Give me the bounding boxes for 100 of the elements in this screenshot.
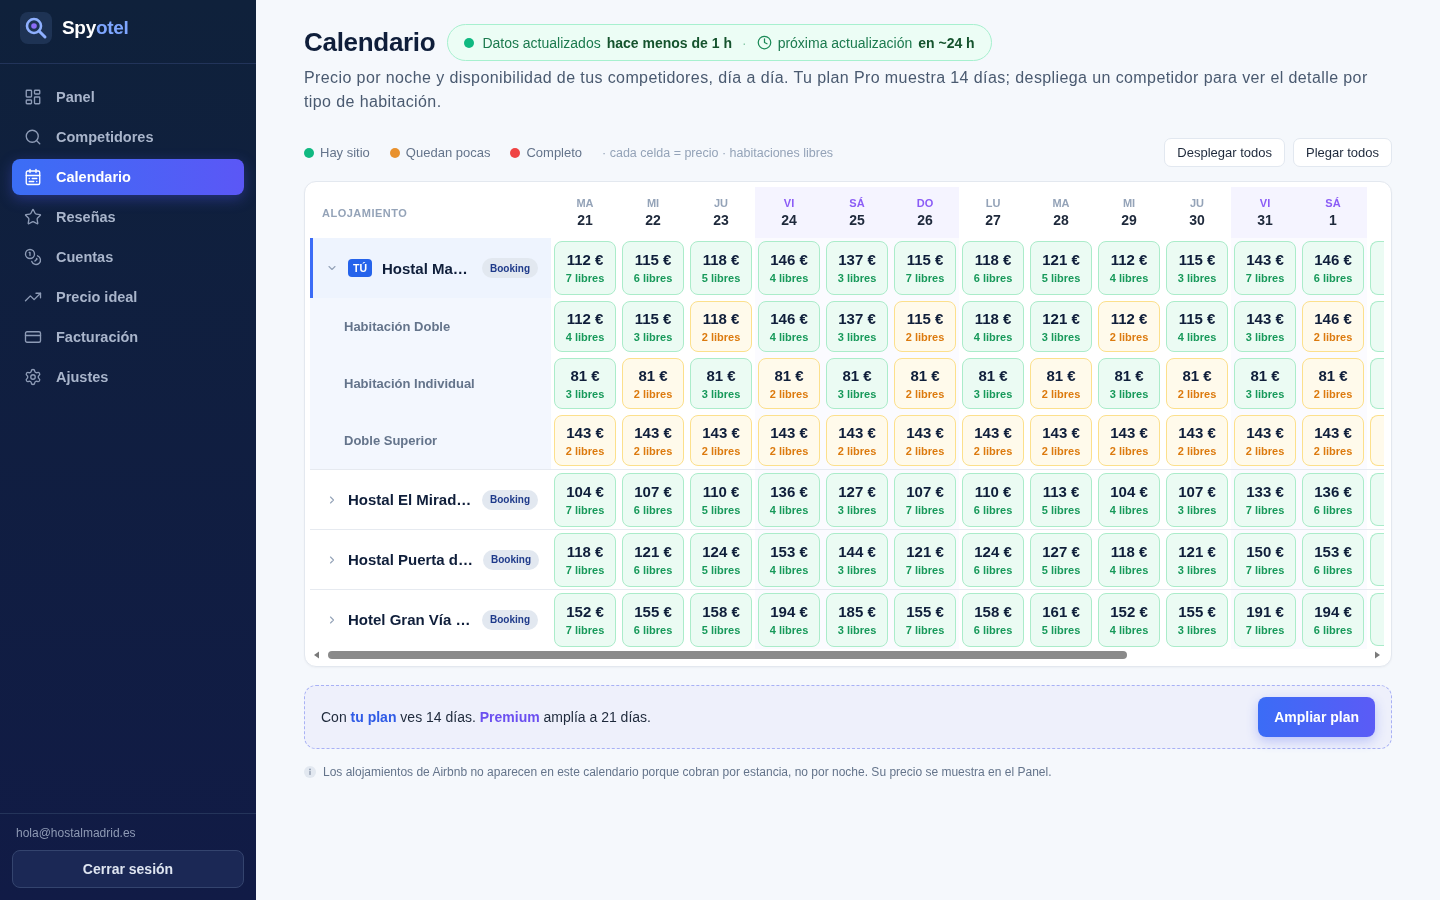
rooms-left-text: 5 libres [701,504,741,517]
weekday-label: VI [783,197,795,209]
price-text: 146 € [770,309,808,328]
property-name: Hostal El Mirad… [348,491,472,508]
page-description: Precio por noche y disponibilidad de tus competidores, día a día. Tu plan Pro muestra 14 días; despliega un competidor para ver el detalle por tipo de habitación. [304,68,1369,112]
property-name: Hotel Gran Vía … [348,611,471,628]
price-text: 81 € [1046,366,1076,385]
status-value: hace menos de 1 h [606,34,732,51]
price-text: 110 € [702,483,740,501]
price-text: 112 € [1110,309,1148,328]
date-label: 26 [917,212,933,228]
rooms-left-text: 7 libres [1245,624,1285,637]
price-text: 115 € [1178,251,1216,269]
logout-button[interactable]: Cerrar sesión [12,850,244,888]
rooms-left-text: 5 libres [1041,504,1081,517]
price-text: 143 € [702,423,740,442]
nav-item[interactable]: Reseñas [12,199,244,235]
price-text: 155 € [1178,603,1216,621]
rooms-left-text: 4 libres [973,330,1013,344]
date-label: 27 [985,212,1001,228]
separator-text: · [741,34,747,51]
rooms-left-text: 3 libres [837,272,877,285]
clock-icon [756,35,772,50]
rooms-left-text: 3 libres [1245,387,1285,401]
legend-label: Hay sitio [320,145,370,160]
price-text: 146 € [1314,251,1352,269]
rooms-left-text: 2 libres [973,444,1013,458]
rooms-left-text: 6 libres [973,504,1013,517]
rooms-left-text: 2 libres [565,444,605,458]
rooms-left-text: 2 libres [701,444,741,458]
nav-item[interactable]: Calendario [12,159,244,195]
price-text: 124 € [974,543,1012,561]
rooms-left-text: 2 libres [1313,330,1353,344]
price-text: 115 € [1178,309,1216,328]
source-badge: Booking [483,549,540,570]
upgrade-button[interactable]: Ampliar plan [1258,697,1375,737]
price-text: 81 € [570,366,600,385]
weekday-label: SÁ [849,197,865,209]
rooms-left-text: 7 libres [905,624,945,637]
price-text: 161 € [1042,603,1080,621]
price-text: 143 € [566,423,604,442]
price-text: 194 € [770,603,808,621]
price-text: 121 € [1178,543,1216,561]
rooms-left-text: 2 libres [1177,387,1217,401]
price-text: 107 € [634,483,672,501]
rooms-left-text: 7 libres [565,564,605,577]
rooms-left-text: 6 libres [1313,564,1353,577]
weekday-label: MA [1052,197,1070,209]
date-label: 22 [645,212,661,228]
price-text: 133 € [1246,483,1284,501]
account-email: hola@hostalmadrid.es [15,826,136,840]
status-label: Datos actualizados [482,34,601,51]
price-text: 143 € [1246,423,1284,442]
nav-item[interactable]: Competidores [12,119,244,155]
rooms-left-text: 4 libres [769,330,809,344]
toolbar-button[interactable]: Desplegar todos [1164,138,1285,167]
source-badge: Booking [482,489,538,510]
price-text: 115 € [634,309,672,328]
price-text: 185 € [838,603,876,621]
page-title: Calendario [304,27,436,58]
property-name: Hostal Puerta d… [348,551,474,568]
rooms-left-text: 2 libres [1041,444,1081,458]
price-text: 144 € [838,543,876,561]
price-text: 146 € [770,251,808,269]
rooms-left-text: 7 libres [905,272,945,285]
price-text: 143 € [838,423,876,442]
price-text: 115 € [906,309,944,328]
nav-item[interactable]: Precio ideal [12,279,244,315]
rooms-left-text: 5 libres [1041,272,1081,285]
rooms-left-text: 4 libres [565,330,605,344]
rooms-left-text: 2 libres [1245,444,1285,458]
rooms-left-text: 3 libres [1109,387,1149,401]
rooms-left-text: 3 libres [1177,624,1217,637]
toolbar-button[interactable]: Plegar todos [1293,138,1392,167]
legend-label: Completo [526,145,583,160]
column-header: ALOJAMIENTO [322,206,408,219]
rooms-left-text: 4 libres [1109,624,1149,637]
rooms-left-text: 3 libres [565,387,605,401]
weekday-label: VI [1259,197,1271,209]
rooms-left-text: 7 libres [905,504,945,517]
price-text: 81 € [1182,366,1212,385]
nav-item[interactable]: Cuentas [12,239,244,275]
rooms-left-text: 3 libres [633,330,673,344]
rooms-left-text: 7 libres [1245,504,1285,517]
nav-item[interactable]: Panel [12,79,244,115]
price-text: 81 € [1250,366,1280,385]
room-type-label: Habitación Doble [344,319,451,334]
price-text: 127 € [1042,543,1080,561]
brand-name: Spyotel [62,17,129,39]
nav-item[interactable]: Facturación [12,319,244,355]
nav-item[interactable]: Ajustes [12,359,244,395]
date-label: 23 [713,212,729,228]
price-text: 191 € [1246,603,1284,621]
rooms-left-text: 2 libres [633,444,673,458]
own-badge: TÚ [348,259,372,277]
price-text: 153 € [1314,543,1352,561]
price-text: 118 € [566,543,604,561]
source-badge: Booking [482,609,538,630]
rooms-left-text: 4 libres [769,624,809,637]
rooms-left-text: 3 libres [1041,330,1081,344]
